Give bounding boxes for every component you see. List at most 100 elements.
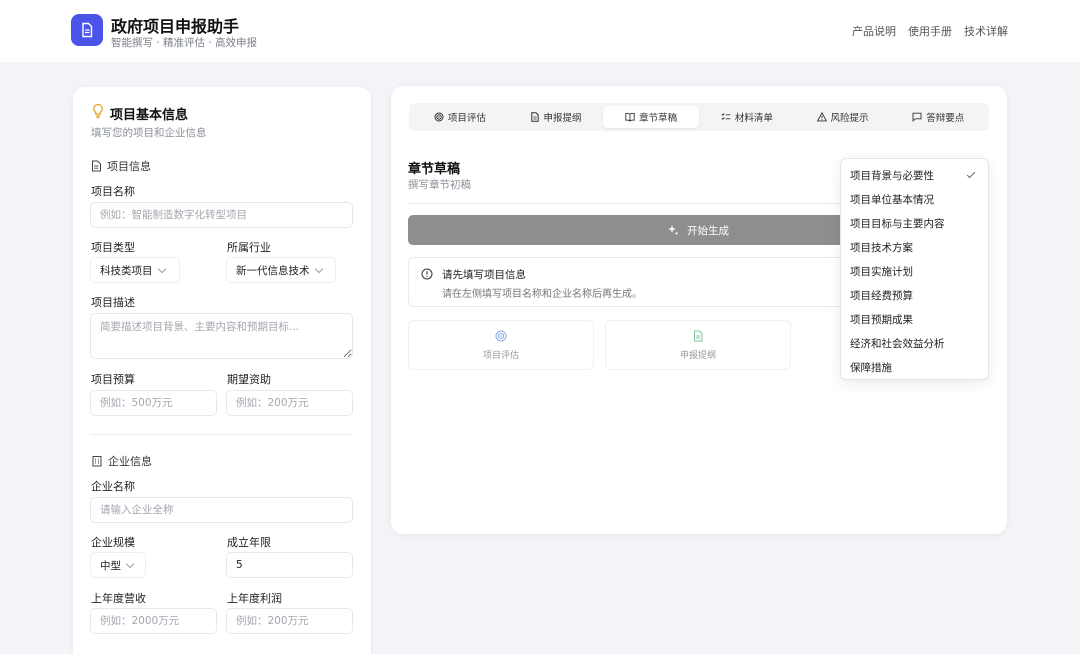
project-type-select[interactable]: 科技类项目 <box>90 257 180 283</box>
chapter-option[interactable]: 项目实施计划 <box>841 259 988 283</box>
chevron-down-icon <box>125 559 135 568</box>
chapter-option[interactable]: 经济和社会效益分析 <box>841 331 988 355</box>
chapter-option[interactable]: 项目单位基本情况 <box>841 187 988 211</box>
section-subtitle: 撰写章节初稿 <box>408 179 471 191</box>
revenue-input[interactable] <box>90 608 217 634</box>
checkmark-icon <box>966 169 976 178</box>
company-name-label: 企业名称 <box>91 480 135 493</box>
tab-defense-points[interactable]: 答辩要点 <box>890 106 986 128</box>
profit-input[interactable] <box>226 608 353 634</box>
years-input[interactable] <box>226 552 353 578</box>
top-nav: 产品说明 使用手册 技术详解 <box>852 23 1008 39</box>
panel-subtitle: 填写您的项目和企业信息 <box>91 127 207 139</box>
company-scale-value: 中型 <box>100 559 121 572</box>
chapter-option-label: 项目背景与必要性 <box>850 169 934 182</box>
app-subtitle: 智能撰写 · 精准评估 · 高效申报 <box>111 37 258 49</box>
panel-title: 项目基本信息 <box>110 108 189 123</box>
funding-label: 期望资助 <box>227 373 271 386</box>
nav-user-manual[interactable]: 使用手册 <box>908 23 952 39</box>
sparkle-icon <box>668 225 679 236</box>
tab-label: 答辩要点 <box>926 113 965 124</box>
generate-button-label: 开始生成 <box>687 224 729 237</box>
checklist-icon <box>721 113 731 120</box>
nav-product-info[interactable]: 产品说明 <box>852 23 896 39</box>
target-icon <box>495 330 507 341</box>
chapter-option[interactable]: 保障措施 <box>841 355 988 379</box>
shortcut-card-label: 申报提纲 <box>679 350 716 361</box>
chapter-option-label: 项目目标与主要内容 <box>850 217 945 230</box>
document-icon <box>92 160 101 172</box>
chapter-option[interactable]: 项目预期成果 <box>841 307 988 331</box>
message-icon <box>912 112 922 122</box>
target-icon <box>434 112 444 122</box>
company-scale-select[interactable]: 中型 <box>90 552 146 578</box>
shortcut-card-label: 项目评估 <box>482 350 519 361</box>
tab-label: 风险提示 <box>830 113 869 124</box>
chevron-down-icon <box>314 264 323 273</box>
chapter-option-label: 项目技术方案 <box>850 241 913 254</box>
alert-circle-icon <box>421 268 433 280</box>
funding-input[interactable] <box>226 390 353 416</box>
chapter-option-label: 经济和社会效益分析 <box>850 337 945 350</box>
top-bar: 政府项目申报助手 智能撰写 · 精准评估 · 高效申报 产品说明 使用手册 技术… <box>0 0 1080 62</box>
project-desc-label: 项目描述 <box>91 296 135 309</box>
document-icon <box>530 112 539 122</box>
chapter-option[interactable]: 项目技术方案 <box>841 235 988 259</box>
budget-label: 项目预算 <box>91 373 135 386</box>
shortcut-card-assessment[interactable]: 项目评估 <box>408 320 594 370</box>
company-scale-label: 企业规模 <box>91 536 135 549</box>
book-icon <box>625 112 635 122</box>
tab-label: 章节草稿 <box>639 113 678 124</box>
revenue-label: 上年度营收 <box>91 592 146 605</box>
chapter-option[interactable]: 项目目标与主要内容 <box>841 211 988 235</box>
tab-project-assessment[interactable]: 项目评估 <box>412 106 508 128</box>
notice-text: 请在左侧填写项目名称和企业名称后再生成。 <box>442 289 642 300</box>
chapter-option-label: 项目预期成果 <box>850 313 913 326</box>
chapter-option[interactable]: 项目背景与必要性 <box>841 163 988 187</box>
tab-materials-list[interactable]: 材料清单 <box>699 106 795 128</box>
building-icon <box>92 456 102 467</box>
years-label: 成立年限 <box>227 536 271 549</box>
project-section-label: 项目信息 <box>107 160 151 173</box>
nav-tech-details[interactable]: 技术详解 <box>964 23 1008 39</box>
tab-application-outline[interactable]: 申报提纲 <box>508 106 604 128</box>
tab-risk-alerts[interactable]: 风险提示 <box>795 106 891 128</box>
document-icon <box>82 22 93 38</box>
app-title: 政府项目申报助手 <box>111 17 240 36</box>
project-name-input[interactable] <box>90 202 353 228</box>
section-divider <box>408 203 840 204</box>
tab-label: 项目评估 <box>447 113 486 124</box>
notice-title: 请先填写项目信息 <box>442 269 526 281</box>
project-desc-textarea[interactable] <box>90 313 353 359</box>
project-section-heading: 项目信息 <box>91 158 151 174</box>
profit-label: 上年度利润 <box>227 592 282 605</box>
app-logo <box>71 14 103 46</box>
chapter-option-label: 保障措施 <box>850 361 892 374</box>
document-icon <box>694 330 703 341</box>
industry-value: 新一代信息技术 <box>236 264 310 277</box>
project-type-label: 项目类型 <box>91 241 135 254</box>
company-section-label: 企业信息 <box>108 455 152 468</box>
tab-bar: 项目评估 申报提纲 章节草稿 材料清单 风险提示 答辩要点 <box>409 103 989 131</box>
project-name-label: 项目名称 <box>91 185 135 198</box>
chapter-option[interactable]: 项目经费预算 <box>841 283 988 307</box>
tab-label: 申报提纲 <box>543 113 582 124</box>
company-section-heading: 企业信息 <box>91 453 152 469</box>
budget-input[interactable] <box>90 390 217 416</box>
shortcut-card-outline[interactable]: 申报提纲 <box>605 320 791 370</box>
chapter-option-label: 项目经费预算 <box>850 289 913 302</box>
chapter-option-label: 项目实施计划 <box>850 265 913 278</box>
industry-label: 所属行业 <box>227 241 271 254</box>
chapter-dropdown-menu: 项目背景与必要性 项目单位基本情况 项目目标与主要内容 项目技术方案 项目实施计… <box>840 158 989 380</box>
section-divider <box>90 434 353 435</box>
project-type-value: 科技类项目 <box>100 264 153 277</box>
tab-label: 材料清单 <box>734 113 773 124</box>
industry-select[interactable]: 新一代信息技术 <box>226 257 336 283</box>
company-name-input[interactable] <box>90 497 353 523</box>
warning-icon <box>816 112 827 122</box>
chevron-down-icon <box>157 264 166 273</box>
tab-chapter-draft[interactable]: 章节草稿 <box>603 106 700 128</box>
chapter-option-label: 项目单位基本情况 <box>850 193 934 206</box>
section-title: 章节草稿 <box>408 162 461 177</box>
lightbulb-icon <box>93 103 103 119</box>
